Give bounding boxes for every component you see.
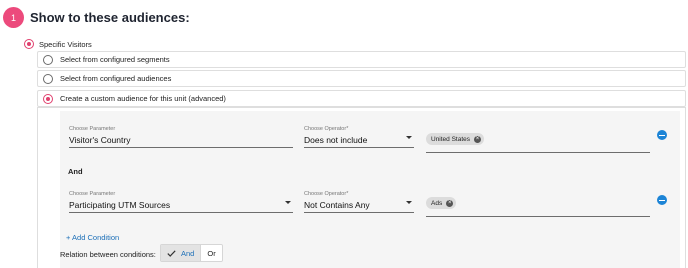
value-chip-1: United States × — [426, 133, 485, 145]
value-underline-2 — [426, 216, 650, 217]
operator-value-2: Not Contains Any — [304, 200, 370, 210]
chevron-down-icon — [285, 201, 291, 204]
step-number-badge: 1 — [3, 7, 24, 28]
chip-label-1: United States — [431, 135, 471, 143]
configured-segments-radio[interactable] — [43, 54, 53, 65]
operator-underline-1 — [304, 147, 414, 148]
chip-label-2: Ads — [431, 199, 443, 207]
close-icon[interactable]: × — [446, 199, 454, 207]
condition-joiner: And — [68, 167, 83, 176]
parameter-select-1[interactable]: Choose Parameter Visitor's Country — [69, 126, 293, 148]
relation-label: Relation between conditions: — [60, 250, 156, 259]
operator-value-1: Does not include — [304, 135, 368, 145]
section-title: Show to these audiences: — [30, 10, 190, 25]
specific-visitors-radio[interactable] — [24, 39, 34, 49]
chevron-down-icon — [406, 201, 412, 204]
operator-underline-2 — [304, 212, 414, 213]
parameter-underline-1 — [69, 147, 293, 148]
configured-segments-label: Select from configured segments — [60, 55, 170, 64]
relation-and-option[interactable]: And — [161, 245, 201, 261]
operator-label-1: Choose Operator* — [304, 126, 349, 132]
parameter-value-1: Visitor's Country — [69, 135, 131, 145]
configured-audiences-radio[interactable] — [43, 73, 53, 84]
custom-audience-radio[interactable] — [43, 93, 53, 104]
specific-visitors-option[interactable]: Specific Visitors — [24, 39, 92, 49]
option-configured-segments[interactable]: Select from configured segments — [37, 51, 686, 68]
operator-select-1[interactable]: Choose Operator* Does not include — [304, 126, 414, 148]
configured-audiences-label: Select from configured audiences — [60, 74, 172, 83]
operator-select-2[interactable]: Choose Operator* Not Contains Any — [304, 191, 414, 213]
checkmark-icon — [167, 249, 176, 257]
parameter-value-2: Participating UTM Sources — [69, 200, 171, 210]
option-configured-audiences[interactable]: Select from configured audiences — [37, 70, 686, 87]
operator-label-2: Choose Operator* — [304, 191, 349, 197]
relation-or-label: Or — [207, 248, 216, 258]
relation-and-label: And — [181, 248, 195, 258]
chevron-down-icon — [406, 136, 412, 139]
remove-condition-button-2[interactable] — [657, 195, 667, 205]
value-underline-1 — [426, 152, 650, 153]
parameter-underline-2 — [69, 212, 293, 213]
add-condition-link[interactable]: + Add Condition — [66, 233, 119, 242]
parameter-select-2[interactable]: Choose Parameter Participating UTM Sourc… — [69, 191, 293, 213]
relation-toggle[interactable]: And Or — [160, 244, 223, 262]
specific-visitors-label: Specific Visitors — [39, 39, 92, 49]
value-chip-2: Ads × — [426, 197, 457, 209]
close-icon[interactable]: × — [474, 135, 482, 143]
custom-audience-label: Create a custom audience for this unit (… — [60, 94, 226, 103]
parameter-label-2: Choose Parameter — [69, 191, 116, 197]
parameter-label-1: Choose Parameter — [69, 126, 116, 132]
option-custom-audience[interactable]: Create a custom audience for this unit (… — [37, 90, 686, 107]
remove-condition-button-1[interactable] — [657, 130, 667, 140]
relation-or-option[interactable]: Or — [201, 245, 222, 261]
